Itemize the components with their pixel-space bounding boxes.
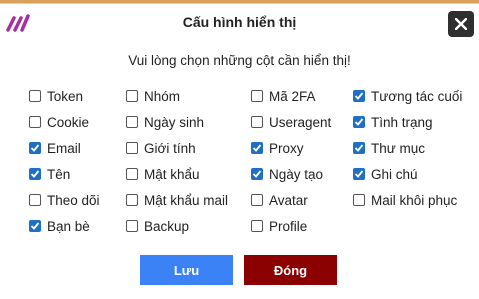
option-ma-2fa[interactable]: Mã 2FA xyxy=(251,86,316,106)
close-button[interactable]: Đóng xyxy=(244,255,337,285)
option-cookie[interactable]: Cookie xyxy=(29,112,89,132)
option-thu-muc[interactable]: Thư mục xyxy=(353,138,425,158)
option-useragent[interactable]: Useragent xyxy=(251,112,331,132)
option-label: Giới tính xyxy=(144,140,196,156)
option-label: Tên xyxy=(47,166,71,182)
checkbox[interactable] xyxy=(251,194,263,206)
option-label: Token xyxy=(47,88,84,104)
checkbox[interactable] xyxy=(126,220,138,232)
checkbox[interactable] xyxy=(251,116,263,128)
checkbox[interactable] xyxy=(29,142,41,154)
option-label: Email xyxy=(47,140,81,156)
option-tinh-trang[interactable]: Tình trạng xyxy=(353,112,433,132)
option-label: Ngày tạo xyxy=(269,166,324,182)
option-label: Tương tác cuối xyxy=(371,88,463,104)
option-ten[interactable]: Tên xyxy=(29,164,70,184)
option-label: Profile xyxy=(269,218,308,234)
checkbox[interactable] xyxy=(251,142,263,154)
option-theo-doi[interactable]: Theo dõi xyxy=(29,190,100,210)
checkbox[interactable] xyxy=(126,168,138,180)
option-label: Cookie xyxy=(47,114,90,130)
option-ngay-sinh[interactable]: Ngày sinh xyxy=(126,112,204,132)
option-label: Backup xyxy=(144,218,190,234)
option-label: Mail khôi phục xyxy=(371,192,458,208)
option-profile[interactable]: Profile xyxy=(251,216,307,236)
option-label: Avatar xyxy=(269,192,308,208)
checkbox[interactable] xyxy=(353,90,365,102)
option-nhom[interactable]: Nhóm xyxy=(126,86,180,106)
option-label: Ngày sinh xyxy=(144,114,205,130)
option-mat-khau-mail[interactable]: Mật khẩu mail xyxy=(126,190,228,210)
option-label: Ghi chú xyxy=(371,166,418,182)
option-ngay-tao[interactable]: Ngày tạo xyxy=(251,164,323,184)
checkbox[interactable] xyxy=(126,142,138,154)
checkbox[interactable] xyxy=(29,168,41,180)
option-mat-khau[interactable]: Mật khẩu xyxy=(126,164,200,184)
checkbox[interactable] xyxy=(251,168,263,180)
checkbox[interactable] xyxy=(353,142,365,154)
option-proxy[interactable]: Proxy xyxy=(251,138,304,158)
option-ban-be[interactable]: Bạn bè xyxy=(29,216,90,236)
option-mail-khoi-phuc[interactable]: Mail khôi phục xyxy=(353,190,457,210)
option-backup[interactable]: Backup xyxy=(126,216,189,236)
dialog-titlebar: Cấu hình hiển thị xyxy=(0,4,479,40)
option-avatar[interactable]: Avatar xyxy=(251,190,308,210)
dialog-title: Cấu hình hiển thị xyxy=(182,14,297,30)
option-label: Nhóm xyxy=(144,88,181,104)
option-token[interactable]: Token xyxy=(29,86,83,106)
option-label: Mật khẩu xyxy=(144,166,200,182)
option-gioi-tinh[interactable]: Giới tính xyxy=(126,138,196,158)
dialog-instruction: Vui lòng chọn những cột cần hiển thị! xyxy=(128,53,351,68)
option-label: Mã 2FA xyxy=(269,88,316,104)
checkbox[interactable] xyxy=(29,116,41,128)
option-label: Useragent xyxy=(269,114,332,130)
checkbox[interactable] xyxy=(126,90,138,102)
checkbox[interactable] xyxy=(251,90,263,102)
checkbox[interactable] xyxy=(126,194,138,206)
close-icon[interactable] xyxy=(448,11,474,37)
option-email[interactable]: Email xyxy=(29,138,81,158)
option-tuong-tac-cuoi[interactable]: Tương tác cuối xyxy=(353,86,462,106)
checkbox[interactable] xyxy=(29,194,41,206)
save-button[interactable]: Lưu xyxy=(140,255,233,285)
option-label: Thư mục xyxy=(371,140,426,156)
display-config-dialog: Cấu hình hiển thị Vui lòng chọn những cộ… xyxy=(0,3,479,299)
option-ghi-chu[interactable]: Ghi chú xyxy=(353,164,418,184)
checkbox[interactable] xyxy=(251,220,263,232)
option-label: Theo dõi xyxy=(47,192,100,208)
option-label: Bạn bè xyxy=(47,218,90,234)
checkbox[interactable] xyxy=(353,116,365,128)
checkbox[interactable] xyxy=(353,194,365,206)
option-label: Mật khẩu mail xyxy=(144,192,229,208)
checkbox[interactable] xyxy=(29,220,41,232)
option-label: Proxy xyxy=(269,140,304,156)
checkbox[interactable] xyxy=(29,90,41,102)
option-label: Tình trạng xyxy=(371,114,433,130)
checkbox[interactable] xyxy=(353,168,365,180)
checkbox[interactable] xyxy=(126,116,138,128)
